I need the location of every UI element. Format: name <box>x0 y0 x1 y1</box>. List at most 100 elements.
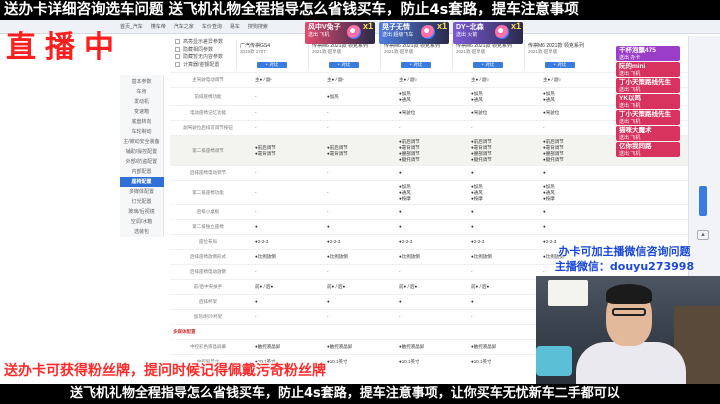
bookmark-tab[interactable]: 车价查询 <box>202 23 222 30</box>
sidenav-item[interactable]: 内部配置 <box>120 167 164 177</box>
add-compare-button[interactable]: + 对比 <box>329 62 359 68</box>
compare-column-header: 传祺M6 2021款 领克系列 2021款 超享版 + 对比 <box>524 40 596 70</box>
spec-row: 前排座椅功能 - ●加热 ●加热 ●通风 ●加热 ●通风 ●加热 ●通风 <box>170 87 690 105</box>
spec-cell-line: ● <box>327 224 330 229</box>
bookmark-tab[interactable]: 首页_汽车 <box>120 23 143 30</box>
add-compare-button[interactable]: + 对比 <box>545 62 575 68</box>
bookmark-tab[interactable]: 懂车帝 <box>151 23 166 30</box>
sidenav-item[interactable]: 基本参数 <box>120 77 164 87</box>
spec-cell-line: ●腿托调节 <box>543 156 564 162</box>
spec-cell-line: ●腿托调节 <box>471 156 492 162</box>
sidenav-item[interactable]: 主/被动安全装备 <box>120 137 164 147</box>
gift-description: 送出 火箭 <box>456 32 478 38</box>
spec-label: 第二排座椅功能 <box>192 189 224 195</box>
add-compare-button[interactable]: + 对比 <box>401 62 431 68</box>
spec-cell: ● <box>540 205 612 219</box>
spec-cell: - <box>252 166 324 180</box>
bottom-scrolling-banner: 送飞机礼物全程指导怎么省钱买车，防止4s套路，提车注意事项，让你买车无忧新车二手… <box>0 384 720 404</box>
bookmark-tab[interactable]: 易车 <box>230 23 240 30</box>
spec-cell-line: ●10.1英寸 <box>471 359 492 364</box>
spec-cell-line: 主● / 副○ <box>471 77 490 82</box>
bookmark-tab[interactable]: 搜狗搜索 <box>248 23 268 30</box>
spec-cell-line: ● <box>399 209 402 214</box>
spec-cell: 主● / 副○ <box>396 73 468 87</box>
sidenav-item[interactable]: 空调/冰箱 <box>120 217 164 227</box>
sidenav-item[interactable]: 玻璃/后视镜 <box>120 207 164 217</box>
spec-cell: ● <box>468 205 540 219</box>
gift-sender-item: 丁小天策路线先生 送出 飞机 <box>616 78 680 93</box>
spec-cell: ● <box>468 166 540 180</box>
spec-cell: - <box>468 265 540 279</box>
spec-cell: ● <box>540 166 612 180</box>
spec-cell: - <box>252 205 324 219</box>
spec-cell-line: ●驾驶位 <box>399 110 416 115</box>
spec-cell-line: - <box>255 93 257 99</box>
sidenav-item[interactable]: 发动机 <box>120 97 164 107</box>
spec-cell-line: ●通风 <box>471 96 483 102</box>
add-compare-button[interactable]: + 对比 <box>473 62 503 68</box>
spec-cell-line: - <box>471 314 473 319</box>
sender-gift: 送出 飞机 <box>619 86 641 93</box>
spec-cell-line: - <box>399 125 401 130</box>
spec-label: 加热/制冷杯架 <box>193 314 223 319</box>
spec-cell-line: - <box>255 110 257 115</box>
spec-cell-line: ● <box>471 224 474 229</box>
spec-cell: ●前后调节 ●靠背调节 <box>252 136 324 165</box>
sidenav-item[interactable]: 车身 <box>120 87 164 97</box>
spec-cell-line: ● <box>471 170 474 175</box>
spec-cell-line: ●按摩 <box>543 195 555 201</box>
spec-cell: ●10.1英寸 <box>396 355 468 366</box>
spec-cell-line: 主● / 副- <box>255 77 272 82</box>
spec-cell: ● <box>252 220 324 234</box>
spec-cell-line: ●2-2-3 <box>399 239 413 244</box>
spec-cell-line: - <box>255 209 257 214</box>
sender-gift: 送出 飞机 <box>619 102 641 109</box>
spec-cell: ● <box>396 166 468 180</box>
sender-name: 丁小天策路线先生 <box>619 79 671 86</box>
sidenav-item[interactable]: 底盘转向 <box>120 117 164 127</box>
compare-column-header: 广汽传祺GS4 2019款 270T + 对比 <box>236 40 308 70</box>
column-year: 2021款 超享版 <box>528 49 558 54</box>
spec-cell-line: ●10.1英寸 <box>399 359 420 364</box>
floating-compare-button[interactable] <box>699 186 707 216</box>
spec-cell: ●比例放倒 <box>468 250 540 264</box>
spec-cell-line: ●加热 <box>327 93 339 99</box>
spec-cell: ● <box>396 295 468 309</box>
spec-cell: ●触控液晶屏 <box>396 340 468 354</box>
sidenav-item[interactable]: 辅助/操控配置 <box>120 147 164 157</box>
contact-line-2: 主播微信：douyu273998 <box>554 260 695 273</box>
contact-line-1: 办卡可加主播微信咨询问题 <box>558 245 691 258</box>
spec-cell: ●加热 ●通风 ●按摩 <box>396 181 468 204</box>
gift-count: x1 <box>436 22 447 31</box>
add-compare-button[interactable]: + 对比 <box>257 62 287 68</box>
sidenav-item[interactable]: 外部/防盗配置 <box>120 157 164 167</box>
sidenav-item[interactable]: 选装包 <box>120 227 164 237</box>
spec-cell: - <box>468 310 540 324</box>
spec-cell-line: ●比例放倒 <box>255 254 276 259</box>
sidenav-item[interactable]: 多媒体配置 <box>120 187 164 197</box>
sidenav-item[interactable]: 灯光配置 <box>120 197 164 207</box>
fan-badge-overlay: 送办卡可获得粉丝牌，提问时候记得佩戴污奇粉丝牌 <box>4 363 326 379</box>
sender-gift: 送出 飞机 <box>619 150 641 157</box>
bookmark-tab[interactable]: 汽车之家 <box>174 23 194 30</box>
column-year: 2019款 270T <box>240 49 267 54</box>
back-to-top-icon[interactable]: ▲ <box>697 230 709 240</box>
spec-cell-line: ● <box>543 224 546 229</box>
gift-icon <box>421 25 435 39</box>
spec-cell: ● <box>252 295 324 309</box>
spec-cell: ●前后调节 ●靠背调节 ●腰部调节 ●腿托调节 <box>468 136 540 165</box>
sidenav-item[interactable]: 座椅配置 <box>119 177 164 187</box>
sidenav-item[interactable]: 车轮制动 <box>120 127 164 137</box>
sidenav-item[interactable]: 变速箱 <box>120 107 164 117</box>
spec-row: 第二排独立座椅 ● ● ● ● ● <box>170 219 690 234</box>
spec-cell: ●驾驶位 <box>396 106 468 120</box>
spec-cell-line: ●触控液晶屏 <box>255 344 281 349</box>
sender-name: 猫咪大魔术 <box>619 127 652 134</box>
spec-cell: - <box>324 310 396 324</box>
spec-row: 后排小桌板 - - ● ● ● <box>170 204 690 219</box>
spec-cell-line: - <box>255 125 257 130</box>
spec-cell-line: - <box>255 189 257 195</box>
spec-cell: - <box>324 106 396 120</box>
spec-cell: ●比例放倒 <box>396 250 468 264</box>
spec-label: 后排座椅电动调节 <box>190 170 226 175</box>
